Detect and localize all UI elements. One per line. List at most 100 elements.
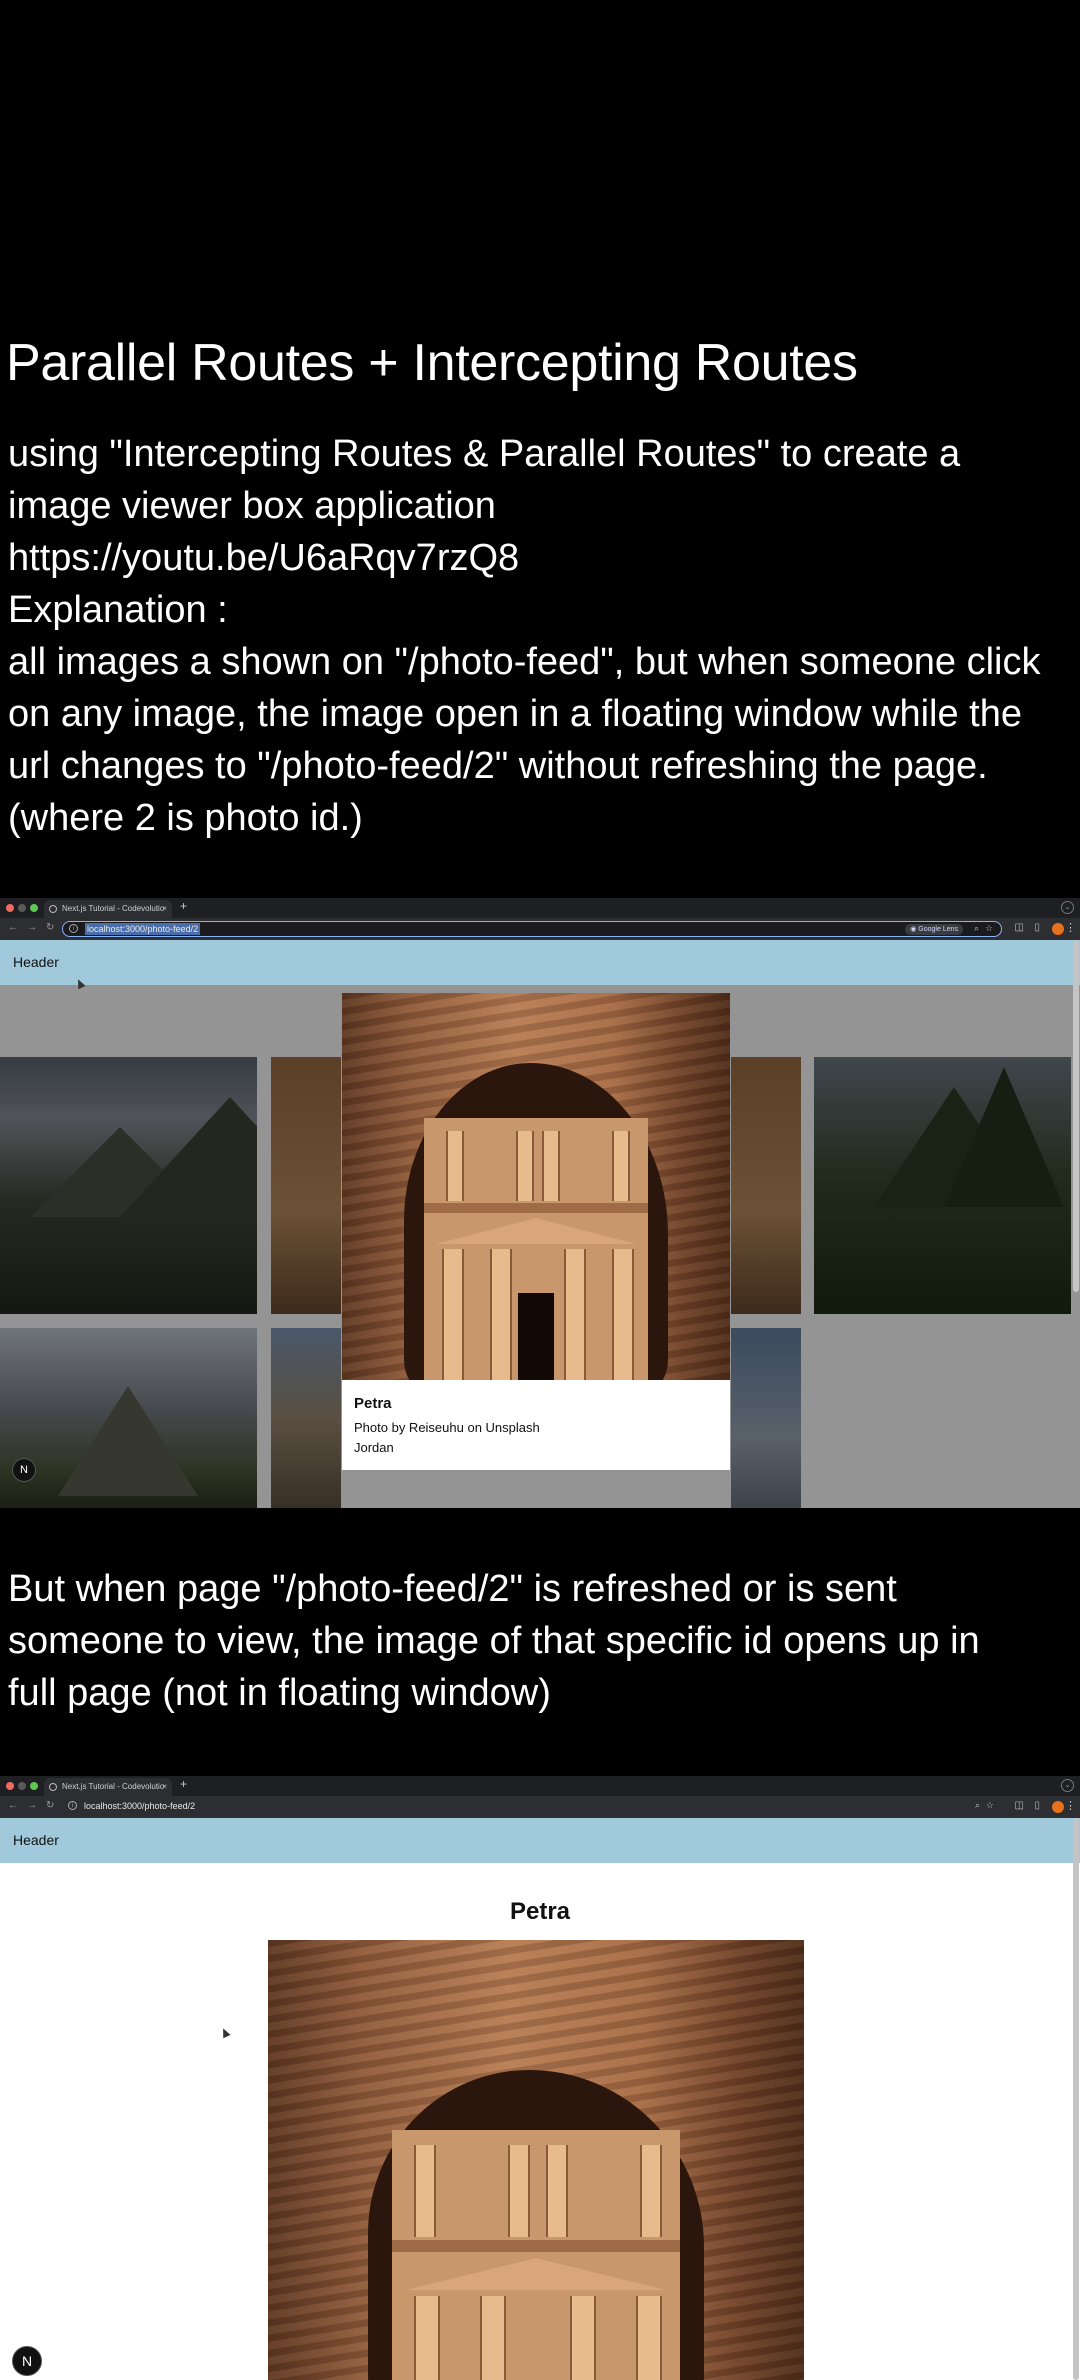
intro-line: image viewer box application <box>8 485 496 527</box>
intro-link[interactable]: https://youtu.be/U6aRqv7rzQ8 <box>8 532 1076 584</box>
lower-column <box>480 2296 506 2380</box>
plus-icon[interactable]: + <box>180 1777 187 1791</box>
page-scrollbar[interactable] <box>1073 1818 1079 2380</box>
close-icon[interactable]: × <box>162 900 167 918</box>
modal-caption: Petra Photo by Reiseuhu on Unsplash Jord… <box>342 1380 730 1470</box>
upper-column <box>640 2145 662 2237</box>
intro-line: all images a shown on "/photo-feed", but… <box>8 641 1041 683</box>
modal-photo-title: Petra <box>354 1395 392 1412</box>
entablature <box>424 1203 648 1213</box>
plus-icon[interactable]: + <box>180 899 187 913</box>
close-icon[interactable]: × <box>162 1778 167 1796</box>
reload-icon[interactable]: ↻ <box>46 1800 54 1811</box>
photo-title: Petra <box>509 1898 571 1925</box>
tab-title: Next.js Tutorial - Codevolutio <box>62 904 165 913</box>
window-minimize-dot[interactable] <box>18 1782 26 1790</box>
upper-column <box>414 2145 436 2237</box>
tab-menu-icon[interactable]: ⌄ <box>1061 901 1074 914</box>
window-zoom-dot[interactable] <box>30 1782 38 1790</box>
lower-column <box>442 1249 464 1380</box>
intro-line: using "Intercepting Routes & Parallel Ro… <box>8 433 961 475</box>
tab-bar: Next.js Tutorial - Codevolutio × + ⌄ <box>0 1776 1080 1796</box>
photo-feed-page: Header Petra Photo by Reiseuhu on Unspla… <box>0 940 1080 1508</box>
info-icon[interactable]: i <box>69 924 78 933</box>
profile-icon[interactable] <box>1052 1801 1064 1813</box>
star-icon[interactable]: ☆ <box>986 1800 994 1811</box>
pediment <box>406 2258 666 2290</box>
photo-detail-page: Header Petra N <box>0 1818 1080 2380</box>
lower-column <box>570 2296 596 2380</box>
url-text[interactable]: localhost:3000/photo-feed/2 <box>84 1800 195 1812</box>
intro-text: using "Intercepting Routes & Parallel Ro… <box>8 428 1076 844</box>
tab-title: Next.js Tutorial - Codevolutio <box>62 1782 165 1791</box>
upper-column <box>542 1131 560 1201</box>
kebab-icon[interactable]: ⋮ <box>1065 1799 1076 1812</box>
note-line: But when page "/photo-feed/2" is refresh… <box>8 1568 897 1610</box>
page-scrollbar[interactable] <box>1073 940 1079 1293</box>
window-minimize-dot[interactable] <box>18 904 26 912</box>
browser-tab[interactable]: Next.js Tutorial - Codevolutio × <box>44 900 172 918</box>
modal-photo <box>342 993 730 1380</box>
lower-column <box>636 2296 662 2380</box>
pediment <box>436 1218 636 1244</box>
forward-arrow-icon[interactable]: → <box>27 1800 37 1811</box>
upper-column <box>516 1131 534 1201</box>
app-header-label: Header <box>13 1832 59 1848</box>
intro-line: Explanation : <box>8 589 228 631</box>
lower-column <box>490 1249 512 1380</box>
nav-bar: ← → ↻ i localhost:3000/photo-feed/2 ⌕ ☆ … <box>0 1796 1080 1818</box>
intro-line: (where 2 is photo id.) <box>8 797 363 839</box>
full-photo <box>268 1940 804 2380</box>
address-bar[interactable]: i localhost:3000/photo-feed/2 ◉ Google L… <box>62 921 1002 937</box>
window-close-dot[interactable] <box>6 1782 14 1790</box>
upper-column <box>612 1131 630 1201</box>
google-lens-button[interactable]: ◉ Google Lens <box>905 924 963 935</box>
browser-tab[interactable]: Next.js Tutorial - Codevolutio × <box>44 1778 172 1796</box>
photo-modal[interactable]: Petra Photo by Reiseuhu on Unsplash Jord… <box>342 993 730 1470</box>
note-line: full page (not in floating window) <box>8 1672 551 1714</box>
extensions-icon[interactable]: ◫ <box>1015 1800 1024 1811</box>
treasury-doorway <box>518 1293 554 1380</box>
app-header-label: Header <box>13 954 59 970</box>
kebab-icon[interactable]: ⋮ <box>1065 921 1076 934</box>
window-zoom-dot[interactable] <box>30 904 38 912</box>
mouse-cursor <box>219 2026 231 2039</box>
search-icon[interactable]: ⌕ <box>975 1800 980 1811</box>
sidebar-icon[interactable]: ▯ <box>1034 922 1040 933</box>
modal-photo-credit: Photo by Reiseuhu on Unsplash <box>354 1420 540 1435</box>
lower-column <box>414 2296 440 2380</box>
intro-line: url changes to "/photo-feed/2" without r… <box>8 745 988 787</box>
upper-column <box>546 2145 568 2237</box>
browser-screenshot-fullpage: Next.js Tutorial - Codevolutio × + ⌄ ← →… <box>0 1776 1080 2380</box>
search-icon[interactable]: ⌕ <box>974 923 979 934</box>
entablature <box>392 2240 680 2252</box>
url-text[interactable]: localhost:3000/photo-feed/2 <box>85 923 201 935</box>
browser-screenshot-modal: Next.js Tutorial - Codevolutio × + ⌄ ← →… <box>0 898 1080 1508</box>
address-bar[interactable]: i localhost:3000/photo-feed/2 ⌕ ☆ <box>62 1799 1002 1815</box>
intro-line: on any image, the image open in a floati… <box>8 693 1022 735</box>
window-close-dot[interactable] <box>6 904 14 912</box>
lower-column <box>564 1249 586 1380</box>
refresh-note: But when page "/photo-feed/2" is refresh… <box>8 1563 1076 1719</box>
reload-icon[interactable]: ↻ <box>46 922 54 933</box>
nav-bar: ← → ↻ i localhost:3000/photo-feed/2 ◉ Go… <box>0 918 1080 940</box>
app-header: Header <box>0 1818 1080 1863</box>
info-icon[interactable]: i <box>68 1801 77 1810</box>
star-icon[interactable]: ☆ <box>985 923 993 934</box>
sidebar-icon[interactable]: ▯ <box>1034 1800 1040 1811</box>
forward-arrow-icon[interactable]: → <box>27 922 37 933</box>
extensions-icon[interactable]: ◫ <box>1015 922 1024 933</box>
app-header: Header <box>0 940 1080 985</box>
tab-favicon-icon <box>49 905 57 913</box>
back-arrow-icon[interactable]: ← <box>8 1800 18 1811</box>
tab-favicon-icon <box>49 1783 57 1791</box>
note-line: someone to view, the image of that speci… <box>8 1620 980 1662</box>
back-arrow-icon[interactable]: ← <box>8 922 18 933</box>
nextjs-badge-icon[interactable]: N <box>12 1458 36 1482</box>
upper-column <box>508 2145 530 2237</box>
modal-photo-location: Jordan <box>354 1440 394 1455</box>
tab-bar: Next.js Tutorial - Codevolutio × + ⌄ <box>0 898 1080 918</box>
nextjs-badge-icon[interactable]: N <box>12 2346 42 2376</box>
tab-menu-icon[interactable]: ⌄ <box>1061 1779 1074 1792</box>
profile-icon[interactable] <box>1052 923 1064 935</box>
